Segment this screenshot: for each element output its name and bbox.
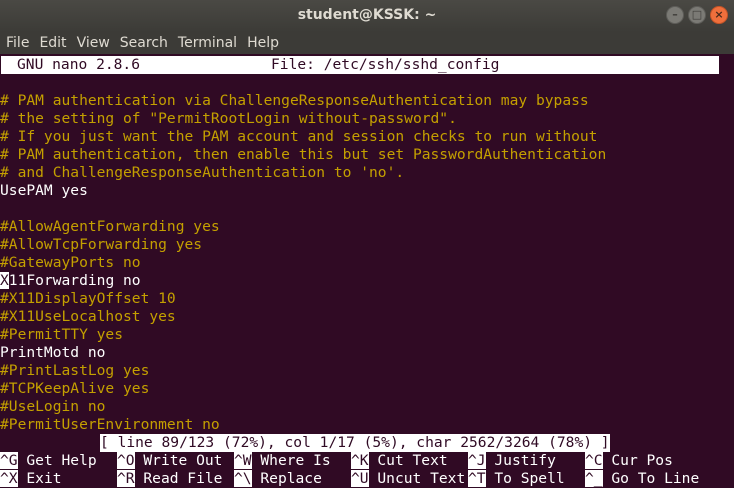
shortcut-uncut-text[interactable]: ^U Uncut Text — [351, 470, 465, 488]
editor-line[interactable]: UsePAM yes — [0, 182, 88, 200]
shortcut-label: Where Is — [260, 452, 331, 469]
menu-view[interactable]: View — [77, 35, 110, 51]
menu-search[interactable]: Search — [120, 35, 168, 51]
shortcut-key: ^G — [0, 452, 18, 469]
terminal-area[interactable]: GNU nano 2.8.6 File: /etc/ssh/sshd_confi… — [0, 54, 734, 488]
editor-line[interactable]: #AllowTcpForwarding yes — [0, 236, 202, 254]
text-cursor: X — [0, 272, 9, 289]
window-controls: – □ × — [666, 6, 728, 24]
status-line: [ line 89/123 (72%), col 1/17 (5%), char… — [100, 434, 610, 452]
shortcut-read-file[interactable]: ^R Read File — [117, 470, 222, 488]
editor-line[interactable]: # If you just want the PAM account and s… — [0, 128, 597, 146]
shortcut-cut-text[interactable]: ^K Cut Text — [351, 452, 448, 470]
shortcut-to-spell[interactable]: ^T To Spell — [468, 470, 565, 488]
shortcut-label: Write Out — [143, 452, 223, 469]
shortcut-get-help[interactable]: ^G Get Help — [0, 452, 97, 470]
editor-line[interactable]: # the setting of "PermitRootLogin withou… — [0, 110, 457, 128]
editor-line[interactable]: X11Forwarding no — [0, 272, 141, 290]
shortcut-go-to-line[interactable]: ^_ Go To Line — [585, 470, 699, 488]
shortcut-label: Cut Text — [377, 452, 448, 469]
shortcut-key: ^U — [351, 470, 369, 487]
shortcut-write-out[interactable]: ^O Write Out — [117, 452, 222, 470]
shortcut-key: ^O — [117, 452, 135, 469]
editor-line[interactable]: #AllowAgentForwarding yes — [0, 218, 220, 236]
minimize-icon[interactable]: – — [666, 6, 684, 24]
menu-file[interactable]: File — [6, 35, 29, 51]
shortcut-key: ^W — [234, 452, 252, 469]
shortcut-key: ^R — [117, 470, 135, 487]
editor-line[interactable]: #X11UseLocalhost yes — [0, 308, 176, 326]
shortcut-label: Exit — [26, 470, 62, 487]
editor-line[interactable]: #PermitTTY yes — [0, 326, 123, 344]
nano-filename: File: /etc/ssh/sshd_config — [271, 56, 500, 73]
close-icon[interactable]: × — [710, 6, 728, 24]
editor-line[interactable]: #GatewayPorts no — [0, 254, 141, 272]
shortcut-key: ^J — [468, 452, 486, 469]
editor-line[interactable]: PrintMotd no — [0, 344, 105, 362]
editor-line[interactable]: # PAM authentication, then enable this b… — [0, 146, 606, 164]
shortcut-label: Go To Line — [611, 470, 700, 487]
editor-line[interactable]: # PAM authentication via ChallengeRespon… — [0, 92, 589, 110]
editor-line[interactable]: #PermitUserEnvironment no — [0, 416, 220, 434]
maximize-icon[interactable]: □ — [688, 6, 706, 24]
shortcut-label: Read File — [143, 470, 223, 487]
editor-line-text: 11Forwarding no — [8, 272, 141, 289]
nano-header: GNU nano 2.8.6 File: /etc/ssh/sshd_confi… — [1, 56, 719, 74]
shortcut-label: Uncut Text — [377, 470, 466, 487]
menubar: File Edit View Search Terminal Help — [0, 32, 734, 54]
editor-line[interactable]: #TCPKeepAlive yes — [0, 380, 149, 398]
window-titlebar: student@KSSK: ~ – □ × — [0, 0, 734, 32]
menu-edit[interactable]: Edit — [39, 35, 66, 51]
window-title: student@KSSK: ~ — [297, 7, 437, 23]
shortcut-key: ^_ — [585, 470, 603, 487]
editor-line[interactable]: # and ChallengeResponseAuthentication to… — [0, 164, 404, 182]
editor-line[interactable]: #X11DisplayOffset 10 — [0, 290, 176, 308]
shortcut-label: Cur Pos — [611, 452, 673, 469]
shortcut-where-is[interactable]: ^W Where Is — [234, 452, 331, 470]
nano-version: GNU nano 2.8.6 — [17, 56, 141, 73]
menu-help[interactable]: Help — [247, 35, 279, 51]
menu-terminal[interactable]: Terminal — [178, 35, 237, 51]
shortcut-label: Get Help — [26, 452, 97, 469]
editor-line[interactable]: #UseLogin no — [0, 398, 105, 416]
shortcut-key: ^X — [0, 470, 18, 487]
editor-line[interactable]: #PrintLastLog yes — [0, 362, 149, 380]
shortcut-key: ^K — [351, 452, 369, 469]
shortcut-label: To Spell — [494, 470, 565, 487]
shortcut-key: ^T — [468, 470, 486, 487]
shortcut-cur-pos[interactable]: ^C Cur Pos — [585, 452, 673, 470]
shortcut-justify[interactable]: ^J Justify — [468, 452, 556, 470]
shortcut-key: ^\ — [234, 470, 252, 487]
shortcut-replace[interactable]: ^\ Replace — [234, 470, 322, 488]
shortcut-label: Replace — [260, 470, 322, 487]
shortcut-label: Justify — [494, 452, 556, 469]
shortcut-exit[interactable]: ^X Exit — [0, 470, 62, 488]
shortcut-key: ^C — [585, 452, 603, 469]
